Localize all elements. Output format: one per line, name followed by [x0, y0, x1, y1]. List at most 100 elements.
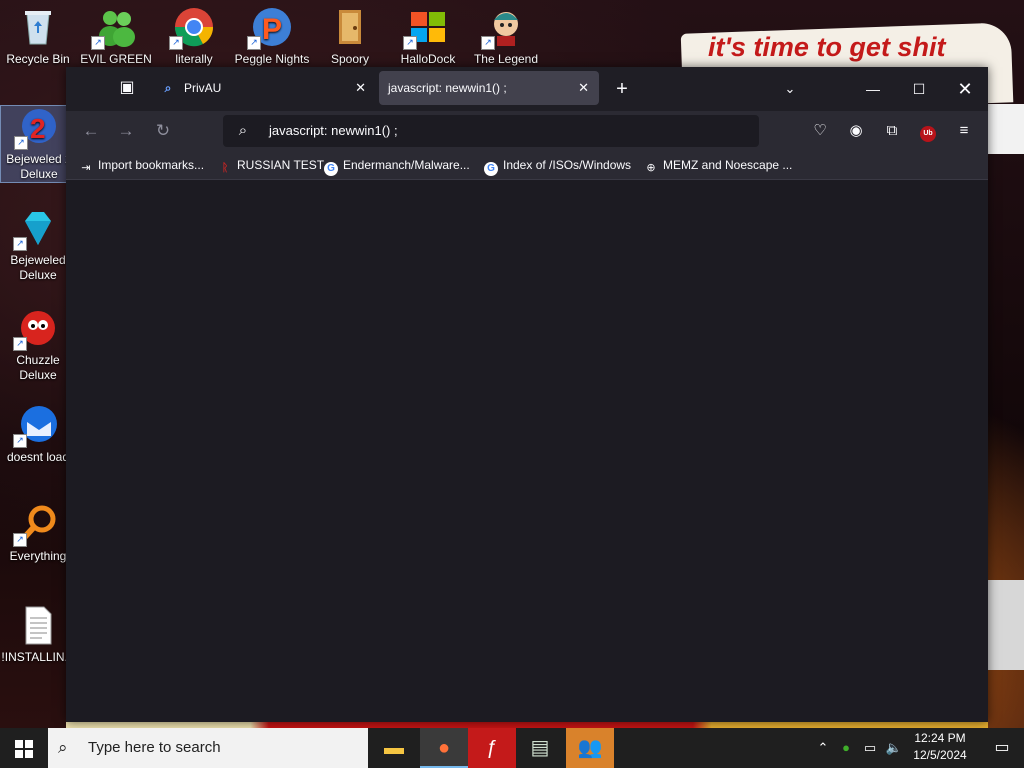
pocket-icon[interactable]: ♡	[808, 119, 832, 143]
desktop-icon-label: Spoory	[330, 52, 370, 66]
firefox-icon[interactable]: ●	[420, 728, 468, 768]
tab-javascript[interactable]: javascript: newwin1() ; ✕	[379, 71, 599, 105]
desktop-icon-label: doesnt load	[6, 450, 70, 464]
desktop-icon-hallodock[interactable]: ↗ HalloDock	[390, 6, 466, 67]
peggle-icon: P ↗	[247, 6, 293, 50]
system-clock[interactable]: 12:24 PM 12/5/2024	[906, 730, 974, 764]
shortcut-arrow-icon: ↗	[481, 36, 495, 50]
desktop-icon-literally[interactable]: ↗ literally	[156, 6, 232, 67]
r-icon: ᚱ	[221, 162, 229, 174]
close-tab-icon[interactable]: ✕	[578, 71, 589, 105]
maximize-button[interactable]: ☐	[896, 67, 942, 111]
google-icon: G	[324, 162, 338, 176]
account-icon[interactable]: ◉	[844, 119, 868, 143]
bookmarks-toolbar: ⇥ Import bookmarks... ᚱ RUSSIAN TEST G Ende…	[66, 151, 988, 180]
app-window-icon[interactable]: ▤	[516, 728, 564, 768]
door-icon	[329, 6, 371, 48]
shortcut-arrow-icon: ↗	[403, 36, 417, 50]
forward-arrow-icon[interactable]: →	[114, 119, 138, 143]
desktop-icon-spoory[interactable]: Spoory	[312, 6, 388, 67]
bookmark-endermanch[interactable]: G Endermanch/Malware...	[324, 151, 470, 179]
desktop-icon-everything[interactable]: ↗ Everything	[0, 503, 76, 564]
hamburger-menu-icon[interactable]: ≡	[952, 119, 976, 143]
google-icon: G	[484, 162, 498, 176]
wallpaper-text: it's time to get shit	[708, 32, 946, 62]
tab-label: PrivAU	[184, 81, 222, 95]
desktop-icon-label: EVIL GREEN	[80, 52, 152, 66]
address-bar-url[interactable]: javascript: newwin1() ;	[269, 115, 398, 147]
desktop-icon-label: Everything	[9, 549, 67, 563]
shortcut-arrow-icon: ↗	[247, 36, 261, 50]
character-icon: ↗	[481, 6, 527, 50]
extensions-icon[interactable]: ⧉	[880, 119, 904, 143]
address-bar[interactable]: ⌕ javascript: newwin1() ;	[223, 115, 759, 147]
desktop-icon-peggle-nights[interactable]: P ↗ Peggle Nights	[234, 6, 310, 67]
tab-bar: ▣ ⌕ PrivAU ✕ javascript: newwin1() ; ✕ +…	[66, 67, 988, 111]
import-icon: ⇥	[81, 162, 91, 174]
file-explorer-icon[interactable]: ▬	[370, 728, 418, 768]
globe-icon: ⊕	[646, 162, 656, 174]
desktop-icon-the-legend[interactable]: ↗ The Legend	[468, 6, 544, 67]
bookmark-label: Endermanch/Malware...	[343, 158, 470, 172]
messenger-tray-icon[interactable]: ●	[836, 728, 856, 768]
messenger-people-icon: ↗	[91, 6, 137, 50]
desktop-icon-chuzzle[interactable]: ↗ Chuzzle Deluxe	[0, 307, 76, 383]
ublock-icon[interactable]: Ub	[916, 119, 940, 143]
svg-text:2: 2	[30, 113, 46, 144]
shortcut-arrow-icon: ↗	[91, 36, 105, 50]
taskbar-search-box[interactable]: ⌕ Type here to search	[48, 728, 368, 768]
ublock-badge: Ub	[920, 126, 936, 142]
diamond-icon: ↗	[13, 207, 59, 251]
reload-icon[interactable]: ↻	[151, 119, 175, 143]
bookmark-isos[interactable]: G Index of /ISOs/Windows	[484, 151, 631, 179]
desktop-icon-recycle-bin[interactable]: Recycle Bin	[0, 6, 76, 67]
desktop-icon-label: Bejeweled Deluxe	[10, 253, 66, 282]
windows-start-icon[interactable]	[0, 728, 48, 768]
close-tab-icon[interactable]: ✕	[355, 71, 366, 105]
clock-time: 12:24 PM	[914, 731, 966, 745]
firefox-window: ▣ ⌕ PrivAU ✕ javascript: newwin1() ; ✕ +…	[66, 67, 988, 722]
text-file-icon	[17, 604, 59, 646]
recycle-bin-icon	[17, 6, 59, 48]
bookmark-label: Index of /ISOs/Windows	[503, 158, 632, 172]
bookmark-russian-test[interactable]: ᚱ RUSSIAN TEST	[218, 151, 324, 179]
chevron-down-icon[interactable]: ⌄	[778, 77, 802, 101]
bookmark-memz[interactable]: ⊕ MEMZ and Noescape ...	[644, 151, 792, 179]
volume-icon[interactable]: 🔈	[884, 728, 904, 768]
shortcut-arrow-icon: ↗	[13, 533, 27, 547]
page-content[interactable]	[66, 180, 988, 722]
thunderbird-icon: ↗	[13, 404, 59, 448]
desktop-icon-installing[interactable]: !INSTALLIN...	[0, 604, 76, 665]
bookmark-import[interactable]: ⇥ Import bookmarks...	[79, 151, 204, 179]
desktop-icon-evil-green[interactable]: ↗ EVIL GREEN	[78, 6, 154, 67]
network-icon[interactable]: ▭	[860, 728, 880, 768]
magnifier-icon: ↗	[13, 503, 59, 547]
back-arrow-icon[interactable]: ←	[79, 119, 103, 143]
tab-label: javascript: newwin1() ;	[388, 81, 507, 95]
messenger-icon[interactable]: 👥	[566, 728, 614, 768]
desktop-icon-label: The Legend	[473, 52, 539, 66]
bejeweled-2-icon: 2 ↗	[14, 106, 60, 150]
windows-logo-icon: ↗	[403, 6, 449, 50]
desktop-icon-bejeweled[interactable]: ↗ Bejeweled Deluxe	[0, 207, 76, 283]
notification-center-icon[interactable]: ▭	[980, 728, 1024, 768]
clock-date: 12/5/2024	[913, 748, 967, 762]
bookmark-label: Import bookmarks...	[98, 158, 205, 172]
search-placeholder: Type here to search	[88, 739, 221, 756]
new-tab-button[interactable]: +	[610, 77, 634, 101]
search-icon: ⌕	[238, 122, 248, 139]
desktop-icon-label: HalloDock	[400, 52, 456, 66]
search-icon: ⌕	[58, 738, 68, 757]
chrome-icon: ↗	[169, 6, 215, 50]
shortcut-arrow-icon: ↗	[13, 337, 27, 351]
taskbar: ⌕ Type here to search ▬ ● ƒ ▤ 👥 ⌃ ● ▭ 🔈 …	[0, 728, 1024, 768]
desktop-icon-label: Chuzzle Deluxe	[16, 353, 60, 382]
search-icon: ⌕	[164, 81, 172, 95]
show-hidden-icons-chevron-icon[interactable]: ⌃	[814, 728, 832, 768]
minimize-button[interactable]: —	[850, 67, 896, 111]
firefox-view-icon[interactable]: ▣	[116, 77, 138, 99]
desktop-icon-doesnt-load[interactable]: ↗ doesnt load	[0, 404, 76, 465]
flash-icon[interactable]: ƒ	[468, 728, 516, 768]
close-window-button[interactable]: ✕	[942, 67, 988, 111]
tab-privau[interactable]: ⌕ PrivAU ✕	[150, 71, 376, 105]
